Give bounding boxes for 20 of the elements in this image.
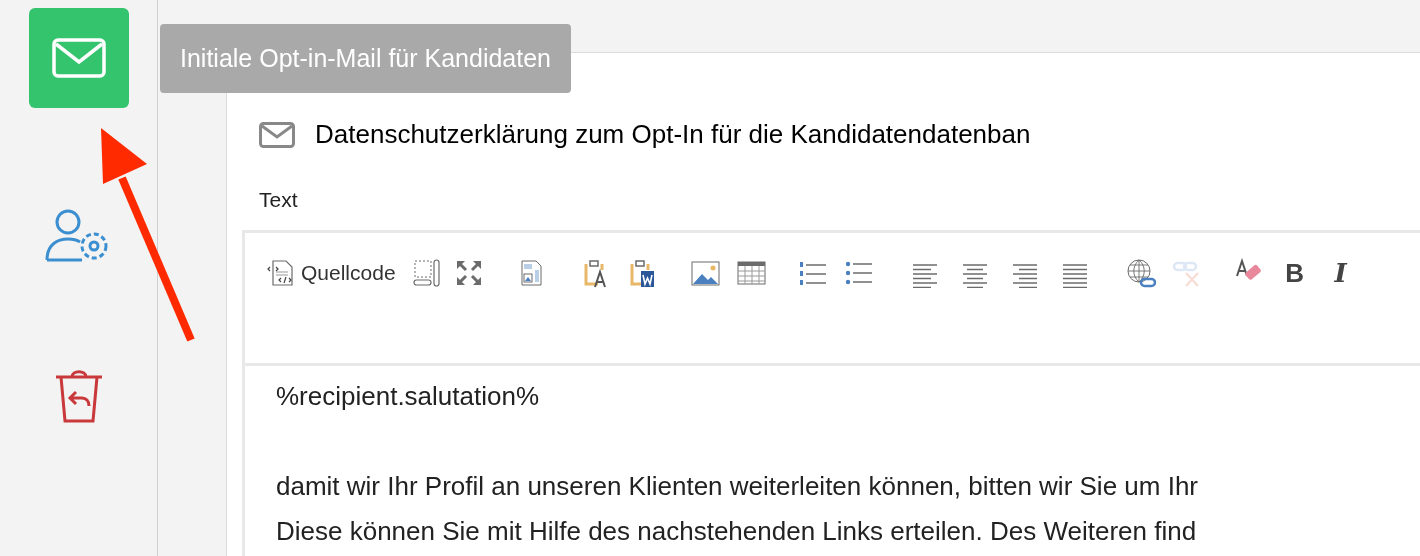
- text-line: %recipient.salutation%: [276, 380, 541, 413]
- subject-field[interactable]: Datenschutzerklärung zum Opt-In für die Kandidatendatenban: [259, 115, 1420, 154]
- table-icon: [735, 258, 766, 288]
- image-button[interactable]: [689, 258, 720, 288]
- bold-button[interactable]: B: [1279, 253, 1310, 293]
- autogrow-icon: [411, 258, 442, 288]
- source-button[interactable]: Quellcode: [267, 257, 396, 289]
- trash-restore-icon: [53, 368, 104, 424]
- link-button[interactable]: [1125, 258, 1156, 288]
- table-button[interactable]: [735, 258, 766, 288]
- tooltip: Initiale Opt-in-Mail für Kandidaten: [160, 24, 572, 93]
- envelope-icon: [259, 121, 295, 148]
- image-icon: [689, 258, 720, 288]
- globe-link-icon: [1125, 258, 1156, 288]
- autogrow-button[interactable]: [411, 258, 442, 288]
- text-line: Diese können Sie mit Hilfe des nachstehenden Links erteilen. Des Weiteren find: [276, 515, 1198, 548]
- italic-button[interactable]: I: [1325, 253, 1356, 293]
- mail-icon: [51, 38, 106, 78]
- text-line: damit wir Ihr Profil an unseren Klienten weiterleiten können, bitten wir Sie um Ihr: [276, 470, 1199, 503]
- text-label: Text: [259, 188, 299, 212]
